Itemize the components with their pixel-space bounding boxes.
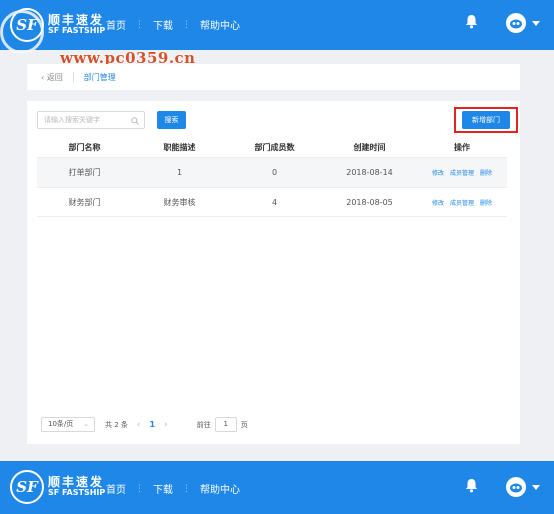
delete-link[interactable]: 删除 <box>480 168 492 177</box>
avatar-icon[interactable] <box>506 13 526 33</box>
member-count: 4 <box>271 197 278 207</box>
column-header: 部门名称 <box>68 142 101 152</box>
back-link-label: 返回 <box>46 72 63 82</box>
row-actions: 修改 成员管理 删除 <box>417 168 507 177</box>
department-description: 1 <box>176 168 183 177</box>
department-name: 财务部门 <box>68 197 101 207</box>
goto-label: 前往 <box>196 420 211 429</box>
row-actions: 修改 成员管理 删除 <box>417 198 507 207</box>
bell-icon[interactable] <box>465 478 478 497</box>
breadcrumb: ‹ 返回 部门管理 <box>27 64 520 90</box>
back-link[interactable]: ‹ 返回 <box>41 72 63 83</box>
avatar-icon[interactable] <box>506 477 526 497</box>
nav-separator: ⋮ <box>182 483 191 494</box>
created-date: 2018-08-05 <box>346 197 393 207</box>
search-input[interactable]: 请输入搜索关键字 <box>37 111 145 129</box>
chevron-down-icon: ⌄ <box>83 420 89 428</box>
member-count: 0 <box>271 168 278 177</box>
bottom-nav: 首页 ⋮ 下载 ⋮ 帮助中心 <box>106 481 240 497</box>
nav-separator: ⋮ <box>135 483 144 494</box>
table-row: 财务部门 财务审核 4 2018-08-05 修改 成员管理 删除 <box>37 187 507 217</box>
page-suffix: 页 <box>240 420 248 429</box>
main-panel: 请输入搜索关键字 搜索 新增部门 部门名称 职能描述 部门成员数 创建时间 操作… <box>27 101 520 444</box>
nav-item-help[interactable]: 帮助中心 <box>200 17 240 32</box>
add-department-button[interactable]: 新增部门 <box>462 111 510 129</box>
top-nav: 首页 ⋮ 下载 ⋮ 帮助中心 <box>106 17 240 33</box>
nav-item-download[interactable]: 下载 <box>153 17 173 32</box>
bottom-header: SF 顺丰速发 SF FASTSHIP 首页 ⋮ 下载 ⋮ 帮助中心 <box>0 461 554 514</box>
chevron-down-icon[interactable] <box>532 21 540 26</box>
pagination: 10条/页 ⌄ 共 2 条 ‹ 1 › 前往 1 页 <box>41 417 248 432</box>
table-row: 打单部门 1 0 2018-08-14 修改 成员管理 删除 <box>37 157 507 187</box>
breadcrumb-current: 部门管理 <box>83 72 116 82</box>
page-number-current[interactable]: 1 <box>150 420 156 429</box>
edit-link[interactable]: 修改 <box>432 168 444 177</box>
nav-item-home[interactable]: 首页 <box>106 17 126 32</box>
nav-item-download[interactable]: 下载 <box>153 481 173 496</box>
chevron-left-icon[interactable]: ‹ <box>137 420 141 430</box>
logo-mark-icon: SF <box>10 470 44 504</box>
nav-separator: ⋮ <box>182 19 191 30</box>
department-name: 打单部门 <box>68 168 101 177</box>
table-header: 部门名称 职能描述 部门成员数 创建时间 操作 <box>37 137 507 157</box>
manage-members-link[interactable]: 成员管理 <box>450 168 474 177</box>
top-header: SF 顺丰速发 SF FASTSHIP 首页 ⋮ 下载 ⋮ 帮助中心 <box>0 0 554 50</box>
edit-link[interactable]: 修改 <box>432 198 444 207</box>
column-header: 职能描述 <box>163 142 196 152</box>
divider <box>72 71 74 83</box>
nav-item-home[interactable]: 首页 <box>106 481 126 496</box>
brand-logo[interactable]: SF 顺丰速发 SF FASTSHIP <box>10 470 105 504</box>
goto-page-input[interactable]: 1 <box>214 417 237 432</box>
nav-separator: ⋮ <box>135 19 144 30</box>
department-table: 部门名称 职能描述 部门成员数 创建时间 操作 打单部门 1 0 2018-08… <box>37 137 507 217</box>
column-header: 创建时间 <box>353 142 386 152</box>
chevron-right-icon[interactable]: › <box>164 420 168 430</box>
logo-subtitle: SF FASTSHIP <box>48 488 106 498</box>
delete-link[interactable]: 删除 <box>480 198 492 207</box>
page-size-value: 10条/页 <box>48 420 74 428</box>
watermark-logo <box>0 10 44 54</box>
chevron-down-icon[interactable] <box>532 485 540 490</box>
nav-item-help[interactable]: 帮助中心 <box>200 481 240 496</box>
bell-icon[interactable] <box>465 14 478 33</box>
search-icon[interactable] <box>131 115 139 131</box>
search-button[interactable]: 搜索 <box>157 111 186 129</box>
column-header: 操作 <box>454 142 470 152</box>
column-header: 部门成员数 <box>254 142 295 152</box>
logo-subtitle: SF FASTSHIP <box>48 26 106 36</box>
search-placeholder: 请输入搜索关键字 <box>44 116 100 124</box>
created-date: 2018-08-14 <box>346 168 393 177</box>
page-size-select[interactable]: 10条/页 ⌄ <box>41 417 95 432</box>
total-count: 共 2 条 <box>105 420 128 429</box>
manage-members-link[interactable]: 成员管理 <box>450 198 474 207</box>
department-description: 财务审核 <box>163 197 196 207</box>
